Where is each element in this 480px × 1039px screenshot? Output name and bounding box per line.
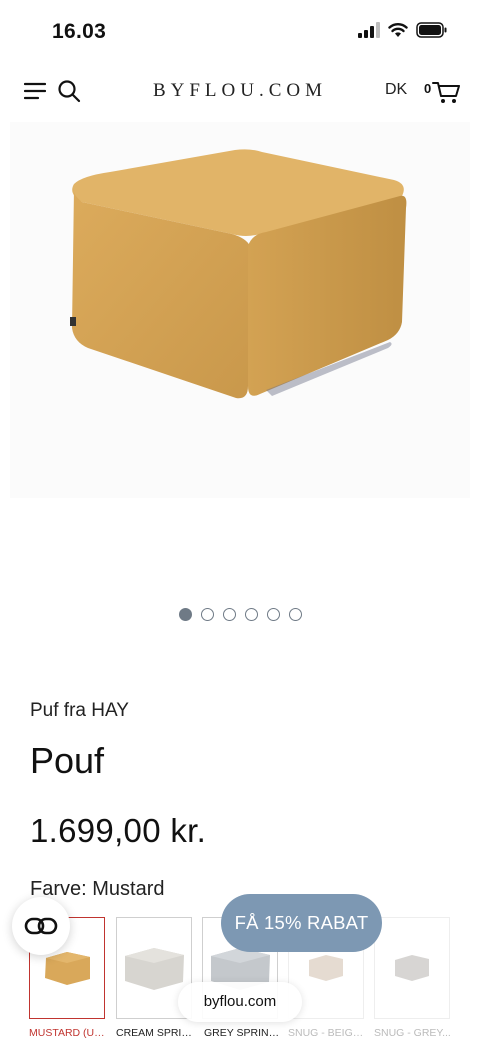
pouf-image	[70, 149, 407, 399]
gallery-dot-6[interactable]	[288, 608, 302, 621]
gallery-dot-3[interactable]	[222, 608, 236, 621]
variant-thumb-snug-grey	[395, 955, 429, 981]
cart-button[interactable]: 0	[424, 78, 464, 106]
site-logo[interactable]: BYFLOU.COM	[0, 80, 480, 102]
link-icon	[24, 917, 58, 935]
variant-label-grey: GREY SPRINKLE	[204, 1027, 284, 1039]
status-time: 16.03	[52, 20, 107, 43]
gallery-dot-5[interactable]	[266, 608, 280, 621]
status-icons	[358, 22, 448, 38]
site-header: BYFLOU.COM DK 0	[0, 62, 480, 120]
signal-icon	[358, 22, 380, 38]
cart-icon	[432, 82, 460, 103]
variant-label-cream: CREAM SPRIN...	[116, 1027, 196, 1039]
variant-label-snug-grey: SNUG - GREY...	[374, 1027, 451, 1039]
gallery-dot-1[interactable]	[178, 608, 192, 621]
gallery-dot-4[interactable]	[244, 608, 258, 621]
battery-icon	[416, 22, 447, 38]
product-price: 1.699,00 kr.	[30, 812, 207, 849]
status-bar: 16.03	[0, 0, 480, 62]
browser-url-bar[interactable]: byflou.com	[178, 982, 302, 1022]
gallery-pagination	[0, 608, 480, 621]
link-share-button[interactable]	[12, 897, 70, 955]
product-image[interactable]	[10, 122, 470, 498]
product-title: Pouf	[30, 740, 105, 781]
wifi-icon	[388, 23, 408, 37]
gallery-dot-2[interactable]	[200, 608, 214, 621]
discount-button[interactable]: FÅ 15% RABAT	[221, 894, 382, 952]
cart-count: 0	[424, 81, 432, 96]
variant-label-mustard: MUSTARD (UD...	[29, 1027, 109, 1039]
product-brand: Puf fra HAY	[30, 700, 129, 721]
variant-label-snug-beige: SNUG - BEIGE...	[288, 1027, 368, 1039]
variant-snug-grey[interactable]	[374, 917, 450, 1019]
country-selector[interactable]: DK	[385, 81, 407, 99]
